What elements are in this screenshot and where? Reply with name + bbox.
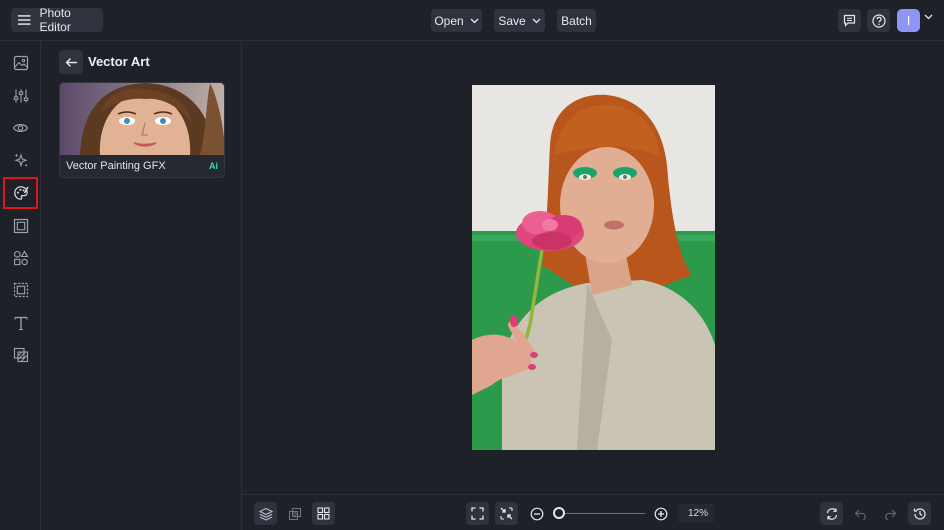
undo-icon — [854, 509, 866, 520]
copy-icon — [288, 507, 301, 520]
actual-size-button[interactable] — [495, 502, 518, 525]
shapes-icon — [13, 250, 28, 266]
grid-icon — [317, 507, 330, 520]
chevron-down-icon — [470, 18, 479, 23]
layers-button[interactable] — [254, 502, 277, 525]
zoom-slider-thumb[interactable] — [553, 507, 565, 519]
redo-button[interactable] — [878, 502, 901, 525]
sliders-icon — [13, 89, 28, 103]
refresh-icon — [826, 507, 837, 520]
rail-item-image[interactable] — [4, 48, 37, 78]
rail-item-layers[interactable] — [4, 340, 37, 370]
grid-button[interactable] — [312, 502, 335, 525]
top-toolbar: Photo Editor Open Save Batch I — [0, 0, 944, 41]
rail-item-effects[interactable] — [4, 113, 37, 143]
rail-item-graphics[interactable] — [4, 243, 37, 273]
save-label: Save — [498, 13, 526, 28]
redo-icon — [884, 509, 896, 520]
zoom-slider-track[interactable] — [559, 513, 645, 514]
vector-painting-thumbnail — [60, 83, 224, 155]
image-icon — [13, 55, 28, 71]
help-button[interactable] — [867, 9, 890, 32]
app-menu-button[interactable]: Photo Editor — [11, 6, 103, 34]
rotate-button[interactable] — [820, 502, 843, 525]
chat-icon — [843, 14, 856, 27]
rail-item-frames[interactable] — [4, 211, 37, 241]
effects-panel: Vector Art Vector Painting GFX Ai — [41, 41, 242, 530]
compress-icon — [500, 507, 513, 520]
palette-icon — [13, 186, 29, 200]
canvas-photo[interactable] — [472, 85, 715, 450]
layers-copy-icon — [13, 347, 28, 363]
batch-button[interactable]: Batch — [557, 9, 596, 32]
feedback-button[interactable] — [838, 9, 861, 32]
canvas-area[interactable] — [242, 41, 944, 494]
avatar-initial: I — [906, 13, 911, 28]
bottom-toolbar: 12% — [242, 494, 944, 530]
overlay-icon — [13, 282, 28, 298]
save-button[interactable]: Save — [494, 9, 545, 32]
zoom-in-icon — [654, 507, 667, 520]
eye-icon — [12, 124, 29, 132]
card-label: Vector Painting GFX — [66, 160, 166, 172]
rail-item-adjust[interactable] — [4, 81, 37, 111]
app-title: Photo Editor — [39, 6, 71, 34]
zoom-out-button[interactable] — [525, 502, 548, 525]
effect-card-vector-painting[interactable]: Vector Painting GFX Ai — [59, 82, 225, 178]
rail-item-ai[interactable] — [4, 145, 37, 175]
ai-badge: Ai — [209, 161, 218, 171]
rail-item-overlays[interactable] — [4, 275, 37, 305]
rail-item-text[interactable] — [4, 308, 37, 338]
open-button[interactable]: Open — [431, 9, 482, 32]
chevron-down-icon — [532, 18, 541, 23]
history-icon — [913, 507, 926, 520]
arrow-left-icon — [65, 57, 77, 67]
help-icon — [871, 13, 886, 28]
history-button[interactable] — [908, 502, 931, 525]
rail-item-artsy[interactable] — [3, 177, 38, 209]
zoom-out-icon — [530, 507, 543, 520]
zoom-in-button[interactable] — [649, 502, 672, 525]
zoom-readout[interactable]: 12% — [678, 504, 714, 523]
hamburger-icon — [18, 15, 31, 25]
batch-label: Batch — [561, 13, 592, 28]
user-avatar[interactable]: I — [897, 9, 920, 32]
back-button[interactable] — [59, 50, 83, 74]
frame-icon — [13, 218, 28, 234]
tool-rail — [0, 41, 41, 530]
text-icon — [13, 316, 28, 331]
chevron-down-icon[interactable] — [924, 14, 933, 20]
layers-icon — [258, 507, 273, 521]
panel-title: Vector Art — [88, 54, 150, 69]
copy-layer-button[interactable] — [283, 502, 306, 525]
undo-button[interactable] — [849, 502, 872, 525]
fit-to-screen-button[interactable] — [466, 502, 489, 525]
sparkle-icon — [13, 153, 28, 168]
open-label: Open — [434, 13, 464, 28]
expand-icon — [471, 507, 484, 520]
